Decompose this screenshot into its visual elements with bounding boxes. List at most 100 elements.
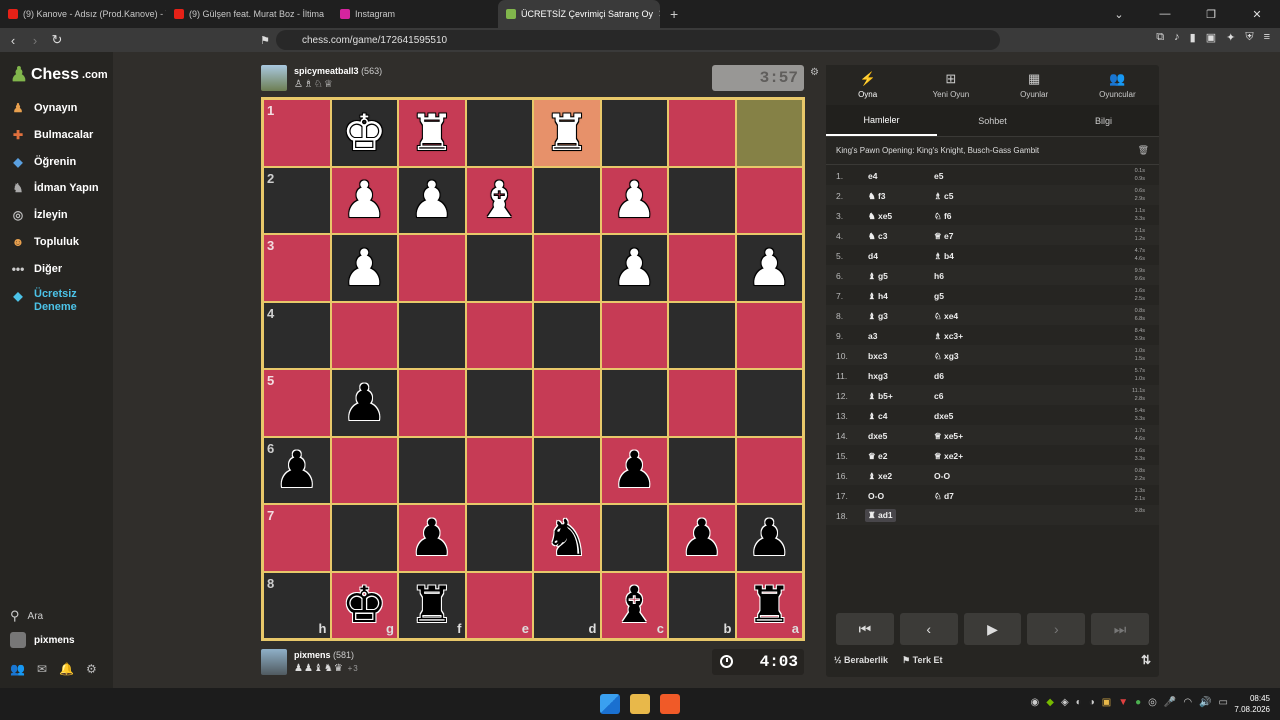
board-square[interactable] xyxy=(398,234,466,302)
white-move[interactable]: ♝ b5+ xyxy=(868,391,893,402)
tab-new-game[interactable]: ⊞ Yeni Oyun xyxy=(909,65,992,105)
tab-players[interactable]: 👥 Oyuncular xyxy=(1076,65,1159,105)
board-square[interactable] xyxy=(533,369,601,437)
board-square[interactable] xyxy=(668,301,736,369)
sidebar-item-watch[interactable]: ◎ İzleyin xyxy=(10,207,68,223)
first-move-button[interactable]: ⏮ xyxy=(836,613,894,645)
board-square[interactable]: ♟ xyxy=(330,369,398,437)
next-move-button[interactable]: › xyxy=(1027,613,1086,645)
prev-move-button[interactable]: ‹ xyxy=(899,613,958,645)
board-square[interactable]: 1 xyxy=(263,99,331,167)
sidebar-item-train[interactable]: ♞ İdman Yapın xyxy=(10,180,99,196)
white-rook-piece[interactable]: ♜ xyxy=(544,108,589,158)
board-square[interactable] xyxy=(735,301,803,369)
tray-icon[interactable]: ◉ xyxy=(1031,697,1040,708)
white-move[interactable]: dxe5 xyxy=(868,431,887,441)
board-square[interactable] xyxy=(735,99,803,167)
board-square[interactable] xyxy=(465,234,533,302)
board-square[interactable] xyxy=(735,436,803,504)
black-move[interactable]: d6 xyxy=(934,371,944,381)
gear-icon[interactable]: ⚙ xyxy=(810,67,819,78)
white-move[interactable]: d4 xyxy=(868,251,878,261)
board-square[interactable]: c ♝ xyxy=(600,571,668,639)
board-square[interactable]: b xyxy=(668,571,736,639)
tab-moves[interactable]: Hamleler xyxy=(826,105,937,136)
browser-tab[interactable]: (9) Kanove - Adsız (Prod.Kanove) - Yo xyxy=(0,0,166,28)
wifi-icon[interactable]: ◠ xyxy=(1183,697,1192,708)
mail-icon[interactable]: ✉ xyxy=(37,662,47,676)
black-rook-piece[interactable]: ♜ xyxy=(747,580,792,630)
steam-icon[interactable]: ◑ xyxy=(1089,697,1095,708)
tab-chat[interactable]: Sohbet xyxy=(937,105,1048,136)
player-avatar[interactable] xyxy=(261,649,287,675)
white-move[interactable]: e4 xyxy=(868,171,877,181)
white-pawn-piece[interactable]: ♟ xyxy=(342,243,387,293)
nvidia-icon[interactable]: ◆ xyxy=(1046,697,1054,708)
board-square[interactable] xyxy=(533,234,601,302)
discord-icon[interactable]: ◐ xyxy=(1076,697,1082,708)
tab-play[interactable]: ⚡ Oyna xyxy=(826,65,910,105)
board-square[interactable] xyxy=(533,301,601,369)
bookmark-icon[interactable]: ⚑ xyxy=(254,34,276,47)
board-square[interactable]: ♟ xyxy=(735,234,803,302)
white-move[interactable]: bxc3 xyxy=(868,351,887,361)
white-move[interactable]: ♝ g3 xyxy=(868,311,888,322)
board-square[interactable]: ♟ xyxy=(735,504,803,572)
board-square[interactable] xyxy=(668,369,736,437)
sidebar-item-learn[interactable]: ◆ Öğrenin xyxy=(10,154,76,170)
white-move[interactable]: ♞ c3 xyxy=(868,231,887,242)
sidebar-item-puzzles[interactable]: ✚ Bulmacalar xyxy=(10,127,93,143)
black-move[interactable]: e5 xyxy=(934,171,943,181)
board-square[interactable]: ♟ xyxy=(330,234,398,302)
black-move[interactable]: ♘ xe4 xyxy=(934,311,958,322)
white-move[interactable]: ♝ xe2 xyxy=(868,471,892,482)
black-move[interactable]: ♘ d7 xyxy=(934,491,954,502)
board-square[interactable] xyxy=(735,369,803,437)
chess-board[interactable]: 1 ♚ ♜ ♜ 2 ♟ ♟ ♝ ♟ 3 ♟ ♟ ♟ 4 5 ♟ 6 ♟ ♟ 7 ♟ ♞ ♟ ♟ 8 h g ♚ f ♜ e d c ♝ b a ♜ xyxy=(261,97,805,641)
board-square[interactable]: ♝ xyxy=(465,166,533,234)
black-move[interactable]: ♘ xg3 xyxy=(934,351,959,362)
board-square[interactable]: 5 xyxy=(263,369,331,437)
board-square[interactable]: e xyxy=(465,571,533,639)
white-pawn-piece[interactable]: ♟ xyxy=(409,175,454,225)
resign-button[interactable]: ⚑ Terk Et xyxy=(902,655,942,666)
board-square[interactable] xyxy=(330,436,398,504)
ai-icon[interactable]: ✦ xyxy=(1226,31,1235,44)
sidebar-user[interactable]: pixmens xyxy=(10,632,75,648)
file-explorer-icon[interactable] xyxy=(630,694,650,714)
white-pawn-piece[interactable]: ♟ xyxy=(342,175,387,225)
black-move[interactable]: dxe5 xyxy=(934,411,953,421)
new-tab-button[interactable]: + xyxy=(660,6,688,22)
white-pawn-piece[interactable]: ♟ xyxy=(612,243,657,293)
white-move[interactable]: ♞ f3 xyxy=(868,191,886,202)
white-move[interactable]: O-O xyxy=(868,491,884,501)
browser-tab[interactable]: Instagram xyxy=(332,0,498,28)
board-square[interactable]: d xyxy=(533,571,601,639)
white-move[interactable]: hxg3 xyxy=(868,371,888,381)
black-move[interactable]: ♕ xe5+ xyxy=(934,431,963,442)
shield-icon[interactable]: ⛨ xyxy=(1245,31,1253,44)
board-square[interactable]: ♚ xyxy=(330,99,398,167)
chess-logo[interactable]: ♟ Chess .com xyxy=(10,62,108,87)
white-move[interactable]: ♝ c4 xyxy=(868,411,887,422)
browser-tab-active[interactable]: ÜCRETSİZ Çevrimiçi Satranç Oy✕ xyxy=(498,0,660,28)
black-bishop-piece[interactable]: ♝ xyxy=(612,580,657,630)
sidebar-item-play[interactable]: ♟ Oynayın xyxy=(10,100,78,116)
maximize-button[interactable]: ❐ xyxy=(1188,8,1234,21)
opponent-avatar[interactable] xyxy=(261,65,287,91)
board-square[interactable] xyxy=(465,369,533,437)
board-square[interactable]: a ♜ xyxy=(735,571,803,639)
black-move[interactable]: ♗ b4 xyxy=(934,251,954,262)
black-pawn-piece[interactable]: ♟ xyxy=(679,513,724,563)
board-square[interactable] xyxy=(668,166,736,234)
volume-icon[interactable]: 🔊 xyxy=(1199,697,1211,708)
wallet-icon[interactable]: ▣ xyxy=(1206,31,1216,44)
black-move[interactable]: O-O xyxy=(934,471,950,481)
tab-info[interactable]: Bilgi xyxy=(1048,105,1159,136)
board-square[interactable]: 8h xyxy=(263,571,331,639)
black-move[interactable]: c6 xyxy=(934,391,943,401)
white-pawn-piece[interactable]: ♟ xyxy=(747,243,792,293)
last-move-button[interactable]: ⏭ xyxy=(1091,613,1149,645)
board-square[interactable] xyxy=(668,234,736,302)
tray-icon[interactable]: ◈ xyxy=(1061,697,1069,708)
